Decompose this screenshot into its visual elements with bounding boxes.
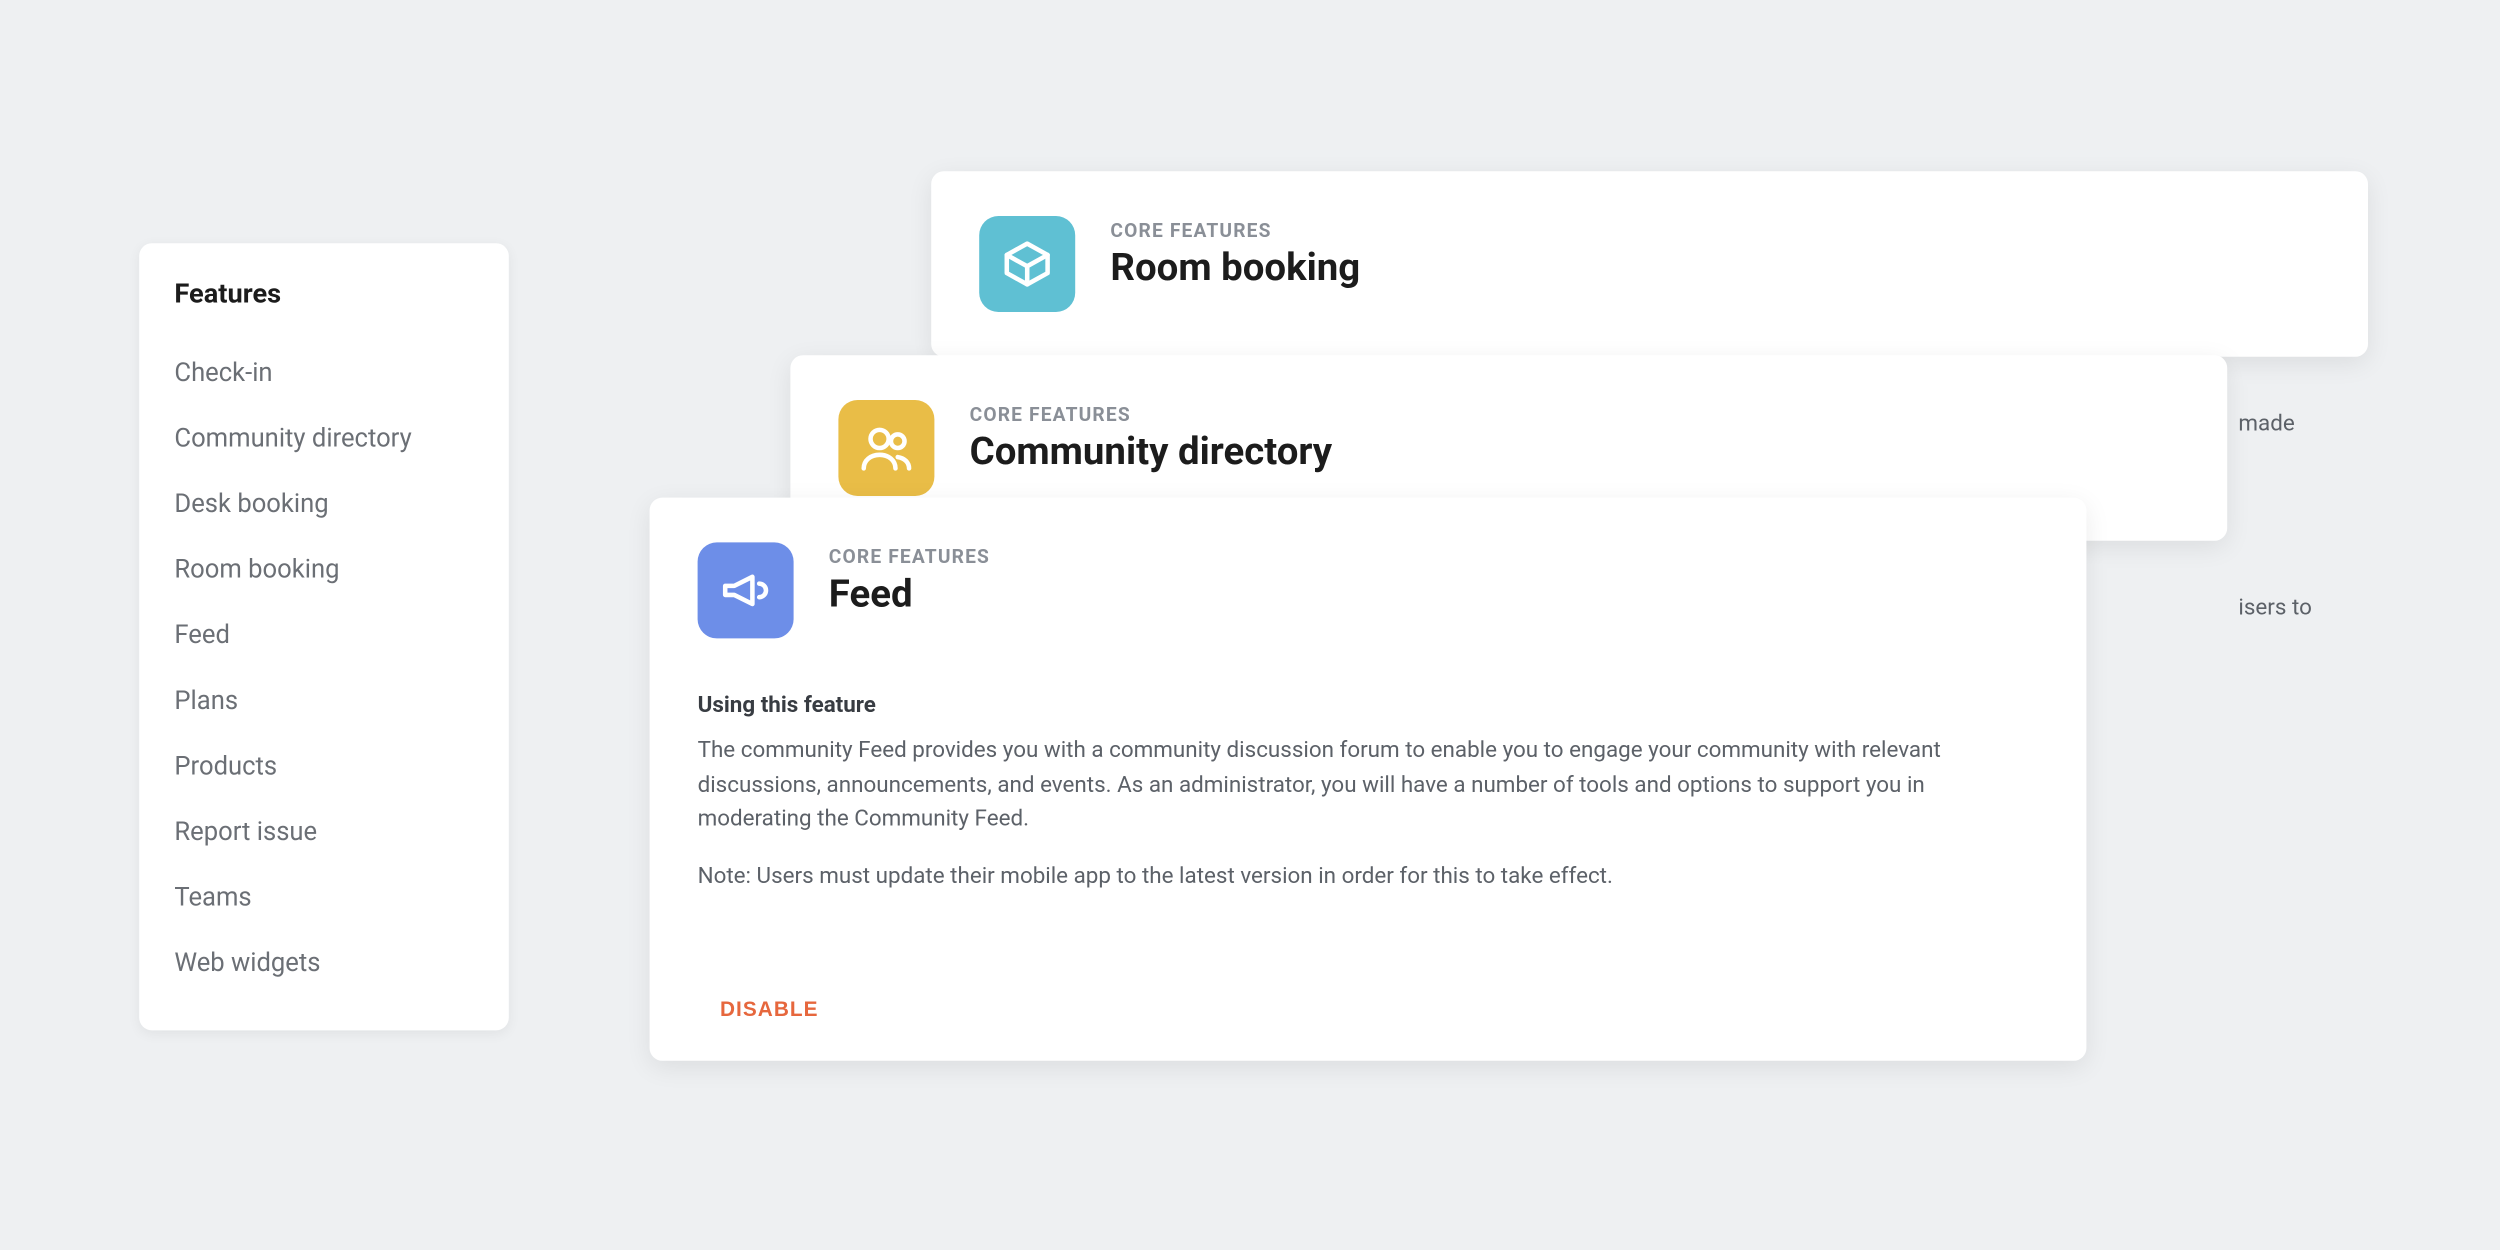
card-head-text: CORE FEATURES Community directory [970, 400, 1333, 474]
feature-note: Note: Users must update their mobile app… [698, 861, 2039, 896]
sidebar-item-room-booking[interactable]: Room booking [174, 536, 473, 602]
feature-description: The community Feed provides you with a c… [698, 734, 2039, 838]
peek-text-made: made [2238, 411, 2294, 437]
card-actions: DISABLE [698, 992, 2039, 1022]
card-eyebrow: CORE FEATURES [1110, 219, 1360, 241]
feature-card-room-booking: CORE FEATURES Room booking [931, 171, 2368, 357]
box-icon [979, 216, 1075, 312]
card-head-text: CORE FEATURES Feed [829, 542, 990, 616]
card-title: Community directory [970, 429, 1333, 474]
peek-text-users: isers to [2238, 595, 2312, 621]
card-body: Using this feature The community Feed pr… [698, 693, 2039, 896]
sidebar-item-plans[interactable]: Plans [174, 667, 473, 733]
megaphone-icon [698, 542, 794, 638]
card-header: CORE FEATURES Room booking [979, 216, 2320, 312]
sidebar-item-products[interactable]: Products [174, 733, 473, 799]
sidebar-title: Features [174, 278, 473, 310]
sidebar-item-feed[interactable]: Feed [174, 602, 473, 668]
card-header: CORE FEATURES Community directory [838, 400, 2179, 496]
card-eyebrow: CORE FEATURES [970, 403, 1333, 425]
disable-button[interactable]: DISABLE [720, 996, 819, 1020]
sidebar-item-teams[interactable]: Teams [174, 864, 473, 930]
features-sidebar: Features Check-in Community directory De… [139, 243, 509, 1030]
card-header: CORE FEATURES Feed [698, 542, 2039, 638]
card-title: Feed [829, 571, 990, 616]
people-icon [838, 400, 934, 496]
sidebar-item-report-issue[interactable]: Report issue [174, 798, 473, 864]
sidebar-item-web-widgets[interactable]: Web widgets [174, 930, 473, 996]
section-heading: Using this feature [698, 693, 2039, 719]
card-eyebrow: CORE FEATURES [829, 546, 990, 568]
sidebar-item-desk-booking[interactable]: Desk booking [174, 470, 473, 536]
sidebar-item-community-directory[interactable]: Community directory [174, 405, 473, 471]
feature-card-feed: CORE FEATURES Feed Using this feature Th… [650, 498, 2087, 1061]
card-title: Room booking [1110, 245, 1360, 290]
card-head-text: CORE FEATURES Room booking [1110, 216, 1360, 290]
sidebar-item-check-in[interactable]: Check-in [174, 339, 473, 405]
